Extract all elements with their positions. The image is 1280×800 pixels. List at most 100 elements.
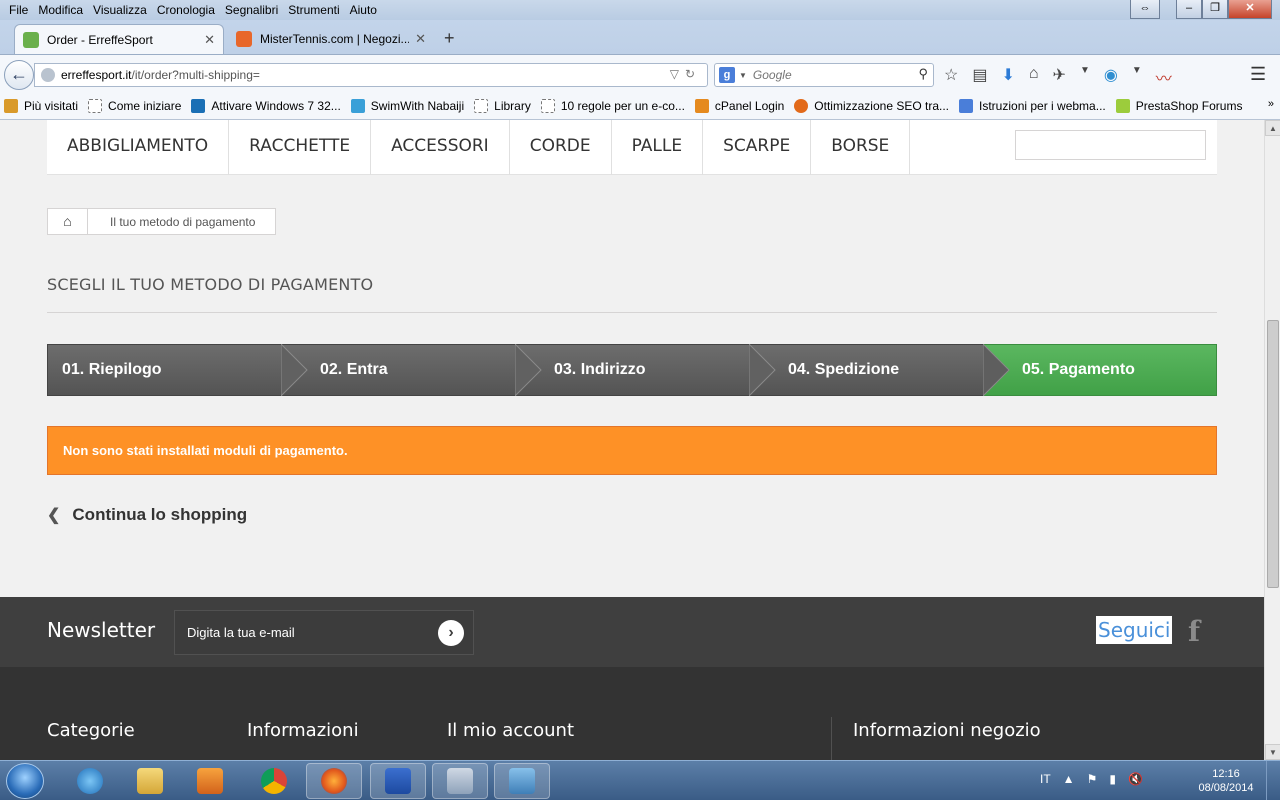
bookmark-library[interactable]: Library <box>474 98 531 113</box>
menu-aiuto[interactable]: Aiuto <box>345 2 382 18</box>
menu-hamburger-icon[interactable]: ☰ <box>1250 64 1268 85</box>
taskbar-calculator[interactable] <box>432 763 488 799</box>
step-label: 04. Spedizione <box>788 361 900 378</box>
scroll-down-arrow-icon[interactable]: ▼ <box>1265 744 1280 760</box>
scroll-up-arrow-icon[interactable]: ▲ <box>1265 120 1280 136</box>
reload-icon[interactable]: ↻ <box>685 67 701 81</box>
engine-dropdown-icon[interactable]: ▼ <box>739 71 747 80</box>
addon-graph-icon[interactable]: 〰 <box>1156 65 1172 89</box>
word-icon <box>385 768 411 794</box>
home-icon[interactable]: ⌂ <box>48 209 88 234</box>
addon-globe-icon[interactable]: ◉ <box>1104 65 1118 89</box>
menu-strumenti[interactable]: Strumenti <box>283 2 344 18</box>
step-indirizzo[interactable]: 03. Indirizzo <box>515 344 751 396</box>
nav-palle[interactable]: PALLE <box>612 120 704 175</box>
search-input[interactable] <box>752 68 913 82</box>
maximize-button[interactable]: ❐ <box>1202 0 1228 19</box>
new-tab-plus-icon[interactable]: + <box>444 28 455 49</box>
chevron-left-icon: ❮ <box>47 507 61 524</box>
back-arrow-icon[interactable]: ← <box>4 60 34 90</box>
footer-divider <box>831 717 832 760</box>
bookmark-prestashop[interactable]: PrestaShop Forums <box>1115 98 1242 113</box>
taskbar-explorer[interactable] <box>122 763 178 799</box>
tab-close-icon[interactable]: ✕ <box>204 32 215 48</box>
tab-order-erreffesport[interactable]: Order - ErreffeSport ✕ <box>14 24 224 54</box>
facebook-icon[interactable]: f <box>1188 615 1200 648</box>
bookmarks-menu-icon[interactable]: ▤ <box>972 65 987 89</box>
title-divider <box>47 312 1217 313</box>
menu-segnalibri[interactable]: Segnalibri <box>220 2 283 18</box>
downloads-arrow-icon[interactable]: ⬇ <box>1001 65 1014 89</box>
taskbar-word[interactable] <box>370 763 426 799</box>
tray-expand-icon[interactable]: ▲ <box>1063 772 1075 786</box>
menu-cronologia[interactable]: Cronologia <box>152 2 220 18</box>
addon-dropdown-icon[interactable]: ▼ <box>1080 65 1090 89</box>
step-label: 02. Entra <box>320 361 388 378</box>
search-magnifier-icon[interactable]: ⚲ <box>918 66 928 82</box>
taskbar-image-viewer[interactable] <box>494 763 550 799</box>
nav-borse[interactable]: BORSE <box>811 120 911 175</box>
newsletter-bar: Newsletter Digita la tua e-mail › Seguic… <box>0 597 1264 667</box>
history-dropdown-icon[interactable]: ▽ <box>670 67 685 81</box>
taskbar-firefox[interactable] <box>306 763 362 799</box>
nav-racchette[interactable]: RACCHETTE <box>229 120 372 175</box>
minimize-button[interactable]: – <box>1176 0 1202 19</box>
search-box[interactable]: g ▼ ⚲ <box>714 63 934 87</box>
menu-modifica[interactable]: Modifica <box>33 2 88 18</box>
restore-small-icon[interactable]: ⇔ <box>1130 0 1160 19</box>
address-bar[interactable]: erreffesport.it/it/order?multi-shipping=… <box>34 63 708 87</box>
nav-scarpe[interactable]: SCARPE <box>703 120 812 175</box>
newsletter-submit-arrow-icon[interactable]: › <box>438 620 464 646</box>
google-icon <box>959 98 974 113</box>
taskbar-internet-explorer[interactable] <box>62 763 118 799</box>
addon-dropdown-icon-2[interactable]: ▼ <box>1132 65 1142 89</box>
bookmark-folder-icon <box>4 98 18 113</box>
taskbar-media-player[interactable] <box>182 763 238 799</box>
bookmark-cpanel[interactable]: cPanel Login <box>694 98 784 113</box>
menu-items: File Modifica Visualizza Cronologia Segn… <box>4 2 382 18</box>
google-engine-icon[interactable]: g <box>719 67 735 83</box>
step-riepilogo[interactable]: 01. Riepilogo <box>47 344 283 396</box>
taskbar-chrome[interactable] <box>246 763 302 799</box>
language-indicator[interactable]: IT <box>1040 772 1051 786</box>
taskbar-clock[interactable]: 12:16 08/08/2014 <box>1193 767 1259 795</box>
tab-mistertennis[interactable]: MisterTennis.com | Negozi... ✕ <box>228 24 434 54</box>
step-entra[interactable]: 02. Entra <box>281 344 517 396</box>
menu-file[interactable]: File <box>4 2 33 18</box>
action-center-flag-icon[interactable]: ⚑ <box>1087 772 1098 786</box>
site-search-input[interactable] <box>1015 130 1206 160</box>
bookmarks-overflow-icon[interactable]: » <box>1268 98 1274 110</box>
newsletter-email-input[interactable]: Digita la tua e-mail <box>174 610 474 655</box>
home-icon[interactable]: ⌂ <box>1029 65 1039 89</box>
windows-start-icon[interactable] <box>6 763 44 799</box>
show-desktop-button[interactable] <box>1266 761 1280 800</box>
step-spedizione[interactable]: 04. Spedizione <box>749 344 985 396</box>
bookmark-swimwith[interactable]: SwimWith Nabaiji <box>350 98 464 113</box>
bookmark-attivare-windows[interactable]: Attivare Windows 7 32... <box>191 98 341 113</box>
bookmark-label: Library <box>494 98 531 113</box>
bookmark-star-icon[interactable]: ☆ <box>944 65 958 89</box>
page-scrollbar[interactable]: ▲ ▼ <box>1264 120 1280 760</box>
nav-accessori[interactable]: ACCESSORI <box>371 120 510 175</box>
bookmark-10-regole[interactable]: 10 regole per un e-co... <box>540 98 685 113</box>
tab-close-icon[interactable]: ✕ <box>415 31 426 47</box>
menu-visualizza[interactable]: Visualizza <box>88 2 152 18</box>
scrollbar-thumb[interactable] <box>1267 320 1279 588</box>
speaker-muted-icon[interactable]: 🔇 <box>1128 772 1143 786</box>
bookmark-piu-visitati[interactable]: Più visitati <box>4 98 78 113</box>
page-icon <box>88 98 103 113</box>
bookmark-seo[interactable]: Ottimizzazione SEO tra... <box>794 98 949 113</box>
network-signal-icon[interactable]: ▮ <box>1109 772 1116 786</box>
close-window-button[interactable]: ✕ <box>1228 0 1272 19</box>
step-pagamento[interactable]: 05. Pagamento <box>983 344 1217 396</box>
site-identity-globe-icon[interactable] <box>41 68 55 82</box>
prestashop-icon <box>1115 98 1130 113</box>
bookmark-istruzioni[interactable]: Istruzioni per i webma... <box>959 98 1106 113</box>
bookmark-label: Come iniziare <box>108 98 182 113</box>
nav-abbigliamento[interactable]: ABBIGLIAMENTO <box>47 120 230 175</box>
continue-shopping-link[interactable]: ❮ Continua lo shopping <box>47 505 247 525</box>
shop-favicon-icon <box>23 31 39 48</box>
bookmark-come-iniziare[interactable]: Come iniziare <box>88 98 182 113</box>
addon-icon[interactable]: ✈ <box>1053 65 1066 89</box>
nav-corde[interactable]: CORDE <box>510 120 612 175</box>
